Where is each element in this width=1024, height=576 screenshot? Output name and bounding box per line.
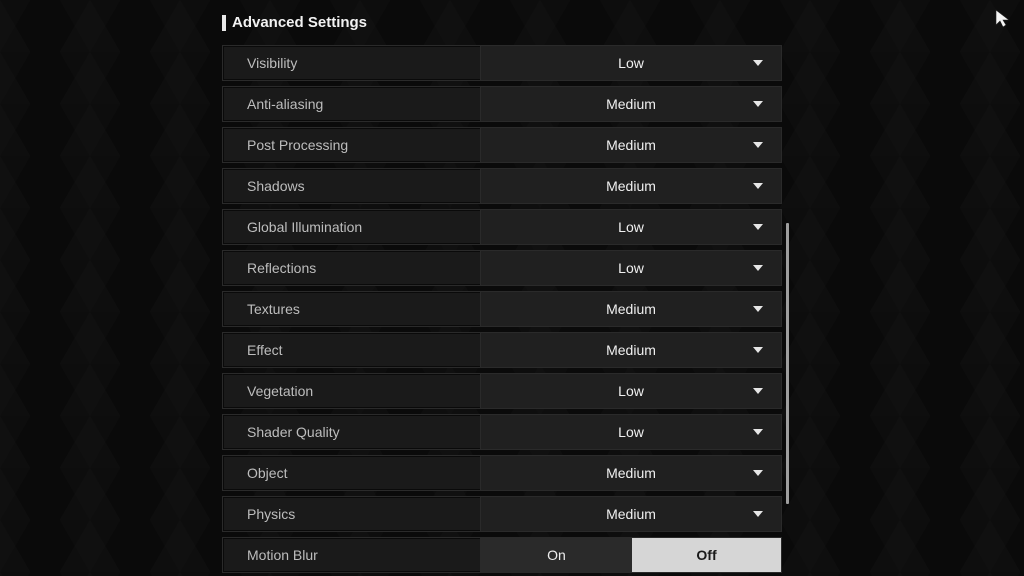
- setting-row-vegetation: Vegetation Low: [222, 373, 782, 409]
- panel-title: Advanced Settings: [222, 14, 782, 31]
- setting-dropdown-shadows[interactable]: Medium: [481, 169, 781, 203]
- caret-down-icon: [753, 347, 763, 353]
- setting-value-reflections: Low: [618, 260, 644, 276]
- setting-label-global-illumination: Global Illumination: [223, 210, 481, 244]
- setting-value-shader-quality: Low: [618, 424, 644, 440]
- setting-label-visibility: Visibility: [223, 46, 481, 80]
- setting-label-effect: Effect: [223, 333, 481, 367]
- setting-row-physics: Physics Medium: [222, 496, 782, 532]
- setting-label-physics: Physics: [223, 497, 481, 531]
- setting-value-global-illumination: Low: [618, 219, 644, 235]
- motion-blur-on-button[interactable]: On: [481, 538, 631, 572]
- caret-down-icon: [753, 470, 763, 476]
- settings-list: VisibilityLowAnti-aliasingMediumPost Pro…: [222, 45, 782, 573]
- setting-row-shader-quality: Shader Quality Low: [222, 414, 782, 450]
- setting-row-anti-aliasing: Anti-aliasing Medium: [222, 86, 782, 122]
- setting-label-vegetation: Vegetation: [223, 374, 481, 408]
- setting-row-global-illumination: Global Illumination Low: [222, 209, 782, 245]
- setting-value-post-processing: Medium: [606, 137, 656, 153]
- setting-row-object: Object Medium: [222, 455, 782, 491]
- setting-label-textures: Textures: [223, 292, 481, 326]
- caret-down-icon: [753, 429, 763, 435]
- caret-down-icon: [753, 511, 763, 517]
- setting-row-post-processing: Post Processing Medium: [222, 127, 782, 163]
- caret-down-icon: [753, 388, 763, 394]
- setting-dropdown-anti-aliasing[interactable]: Medium: [481, 87, 781, 121]
- advanced-settings-panel: Advanced Settings Visibility Low Anti-alia…: [222, 14, 782, 573]
- setting-dropdown-effect[interactable]: Medium: [481, 333, 781, 367]
- setting-dropdown-shader-quality[interactable]: Low: [481, 415, 781, 449]
- setting-row-reflections: Reflections Low: [222, 250, 782, 286]
- scrollbar[interactable]: [786, 223, 789, 504]
- setting-dropdown-visibility[interactable]: Low: [481, 46, 781, 80]
- setting-dropdown-reflections[interactable]: Low: [481, 251, 781, 285]
- motion-blur-toggle: OnOff: [481, 538, 781, 572]
- setting-dropdown-vegetation[interactable]: Low: [481, 374, 781, 408]
- setting-row-shadows: Shadows Medium: [222, 168, 782, 204]
- setting-value-shadows: Medium: [606, 178, 656, 194]
- caret-down-icon: [753, 265, 763, 271]
- caret-down-icon: [753, 224, 763, 230]
- setting-value-physics: Medium: [606, 506, 656, 522]
- setting-dropdown-global-illumination[interactable]: Low: [481, 210, 781, 244]
- setting-row-effect: Effect Medium: [222, 332, 782, 368]
- motion-blur-off-button[interactable]: Off: [631, 538, 781, 572]
- setting-row-motion-blur: Motion BlurOnOff: [222, 537, 782, 573]
- caret-down-icon: [753, 101, 763, 107]
- setting-label-anti-aliasing: Anti-aliasing: [223, 87, 481, 121]
- setting-row-visibility: Visibility Low: [222, 45, 782, 81]
- setting-value-anti-aliasing: Medium: [606, 96, 656, 112]
- caret-down-icon: [753, 183, 763, 189]
- setting-dropdown-object[interactable]: Medium: [481, 456, 781, 490]
- setting-label-motion-blur: Motion Blur: [223, 538, 481, 572]
- setting-value-visibility: Low: [618, 55, 644, 71]
- setting-label-shader-quality: Shader Quality: [223, 415, 481, 449]
- caret-down-icon: [753, 60, 763, 66]
- setting-dropdown-textures[interactable]: Medium: [481, 292, 781, 326]
- setting-value-object: Medium: [606, 465, 656, 481]
- setting-dropdown-post-processing[interactable]: Medium: [481, 128, 781, 162]
- setting-label-reflections: Reflections: [223, 251, 481, 285]
- setting-value-effect: Medium: [606, 342, 656, 358]
- setting-dropdown-physics[interactable]: Medium: [481, 497, 781, 531]
- setting-label-post-processing: Post Processing: [223, 128, 481, 162]
- setting-value-textures: Medium: [606, 301, 656, 317]
- caret-down-icon: [753, 306, 763, 312]
- setting-label-object: Object: [223, 456, 481, 490]
- caret-down-icon: [753, 142, 763, 148]
- setting-value-vegetation: Low: [618, 383, 644, 399]
- setting-row-textures: Textures Medium: [222, 291, 782, 327]
- setting-label-shadows: Shadows: [223, 169, 481, 203]
